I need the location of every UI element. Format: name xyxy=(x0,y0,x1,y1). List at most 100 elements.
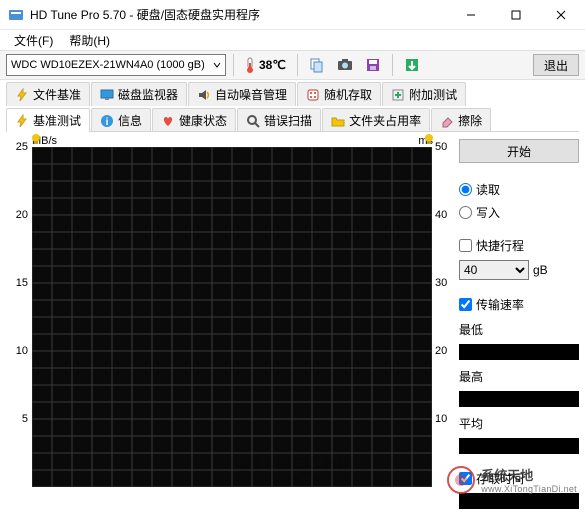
tabs-underline xyxy=(6,131,579,132)
check-short-input[interactable] xyxy=(459,239,472,252)
check-transfer-rate[interactable]: 传输速率 xyxy=(459,296,579,313)
tab-label: 基准测试 xyxy=(33,112,81,129)
tab-label: 磁盘监视器 xyxy=(118,86,178,103)
menu-bar: 文件(F) 帮助(H) xyxy=(0,30,585,50)
title-bar: HD Tune Pro 5.70 - 硬盘/固态硬盘实用程序 xyxy=(0,0,585,30)
value-access xyxy=(459,493,579,509)
tab-r2-3[interactable]: 错误扫描 xyxy=(237,108,321,132)
r-tick: 10 xyxy=(435,413,451,425)
monitor-icon xyxy=(100,88,114,102)
info-icon: i xyxy=(100,114,114,128)
svg-text:i: i xyxy=(106,117,109,128)
y-tick: 5 xyxy=(6,413,28,425)
tab-r2-0[interactable]: 基准测试 xyxy=(6,108,90,132)
r-tick: 40 xyxy=(435,209,451,221)
folder-icon xyxy=(331,114,345,128)
menu-help[interactable]: 帮助(H) xyxy=(61,30,118,51)
thermometer-icon xyxy=(245,57,255,73)
watermark-logo-icon xyxy=(447,466,475,494)
r-tick: 50 xyxy=(435,141,451,153)
tabs-row-1: 文件基准 磁盘监视器 自动噪音管理 随机存取附加测试 xyxy=(0,80,585,106)
tab-r1-3[interactable]: 随机存取 xyxy=(297,82,381,106)
separator xyxy=(233,54,234,76)
tabs-row-2: 基准测试 i 信息 健康状态 错误扫描 文件夹占用率 擦除 xyxy=(0,106,585,132)
copy-button[interactable] xyxy=(305,53,329,77)
lightning-icon xyxy=(15,88,29,102)
tab-label: 文件夹占用率 xyxy=(349,112,421,129)
chevron-down-icon xyxy=(213,61,221,69)
temperature-value: 38℃ xyxy=(259,58,286,72)
save-button[interactable] xyxy=(361,53,385,77)
tab-r2-1[interactable]: i 信息 xyxy=(91,108,151,132)
tab-label: 随机存取 xyxy=(324,86,372,103)
exit-button[interactable]: 退出 xyxy=(533,54,579,76)
check-transfer-input[interactable] xyxy=(459,298,472,311)
speaker-icon xyxy=(197,88,211,102)
lightning-icon xyxy=(15,114,29,128)
side-panel: 开始 读取 写入 快捷行程 40 gB 传输速率 最低 最高 平均 存取时间 xyxy=(459,137,579,509)
bulb-icon xyxy=(423,133,435,145)
eraser-icon xyxy=(440,114,454,128)
settings-button[interactable] xyxy=(400,53,424,77)
temperature-display: 38℃ xyxy=(241,57,290,73)
r-tick: 30 xyxy=(435,277,451,289)
label-max: 最高 xyxy=(459,368,579,385)
value-min xyxy=(459,344,579,360)
plot-area xyxy=(32,147,432,487)
tab-label: 健康状态 xyxy=(179,112,227,129)
tab-label: 错误扫描 xyxy=(264,112,312,129)
watermark: 系统天地 www.XiTongTianDi.net xyxy=(447,465,577,494)
drive-select[interactable]: WDC WD10EZEX-21WN4A0 (1000 gB) xyxy=(6,54,226,76)
y-tick: 20 xyxy=(6,209,28,221)
watermark-url: www.XiTongTianDi.net xyxy=(481,484,577,494)
tab-r1-1[interactable]: 磁盘监视器 xyxy=(91,82,187,106)
tab-label: 文件基准 xyxy=(33,86,81,103)
start-button[interactable]: 开始 xyxy=(459,139,579,163)
size-row: 40 gB xyxy=(459,260,579,280)
screenshot-button[interactable] xyxy=(333,53,357,77)
radio-read[interactable]: 读取 xyxy=(459,181,579,198)
watermark-name: 系统天地 xyxy=(481,465,577,484)
app-icon xyxy=(8,7,24,23)
plus-icon xyxy=(391,88,405,102)
tab-r1-4[interactable]: 附加测试 xyxy=(382,82,466,106)
tab-r2-2[interactable]: 健康状态 xyxy=(152,108,236,132)
maximize-button[interactable] xyxy=(493,1,538,29)
radio-read-input[interactable] xyxy=(459,183,472,196)
radio-write[interactable]: 写入 xyxy=(459,204,579,221)
dice-icon xyxy=(306,88,320,102)
label-avg: 平均 xyxy=(459,415,579,432)
tab-label: 擦除 xyxy=(458,112,482,129)
bulb-icon xyxy=(30,133,42,145)
toolbar: WDC WD10EZEX-21WN4A0 (1000 gB) 38℃ 退出 xyxy=(0,50,585,80)
size-select[interactable]: 40 xyxy=(459,260,529,280)
value-max xyxy=(459,391,579,407)
main-content: MB/s ms 5101520251020304050 开始 读取 写入 快捷行… xyxy=(0,133,585,515)
value-avg xyxy=(459,438,579,454)
close-button[interactable] xyxy=(538,1,583,29)
plot-grid xyxy=(32,147,432,487)
separator xyxy=(297,54,298,76)
label-min: 最低 xyxy=(459,321,579,338)
r-tick: 20 xyxy=(435,345,451,357)
drive-label: WDC WD10EZEX-21WN4A0 (1000 gB) xyxy=(11,59,205,71)
y-tick: 10 xyxy=(6,345,28,357)
menu-file[interactable]: 文件(F) xyxy=(6,30,61,51)
radio-write-input[interactable] xyxy=(459,206,472,219)
size-unit: gB xyxy=(533,263,548,277)
y-tick: 25 xyxy=(6,141,28,153)
tab-label: 信息 xyxy=(118,112,142,129)
tab-label: 自动噪音管理 xyxy=(215,86,287,103)
window-title: HD Tune Pro 5.70 - 硬盘/固态硬盘实用程序 xyxy=(30,6,448,23)
tab-r1-0[interactable]: 文件基准 xyxy=(6,82,90,106)
tab-r2-4[interactable]: 文件夹占用率 xyxy=(322,108,430,132)
y-tick: 15 xyxy=(6,277,28,289)
benchmark-chart: MB/s ms 5101520251020304050 xyxy=(6,137,451,492)
tab-r2-5[interactable]: 擦除 xyxy=(431,108,491,132)
search-icon xyxy=(246,114,260,128)
separator xyxy=(392,54,393,76)
minimize-button[interactable] xyxy=(448,1,493,29)
tab-r1-2[interactable]: 自动噪音管理 xyxy=(188,82,296,106)
check-short-stroke[interactable]: 快捷行程 xyxy=(459,237,579,254)
heart-icon xyxy=(161,114,175,128)
